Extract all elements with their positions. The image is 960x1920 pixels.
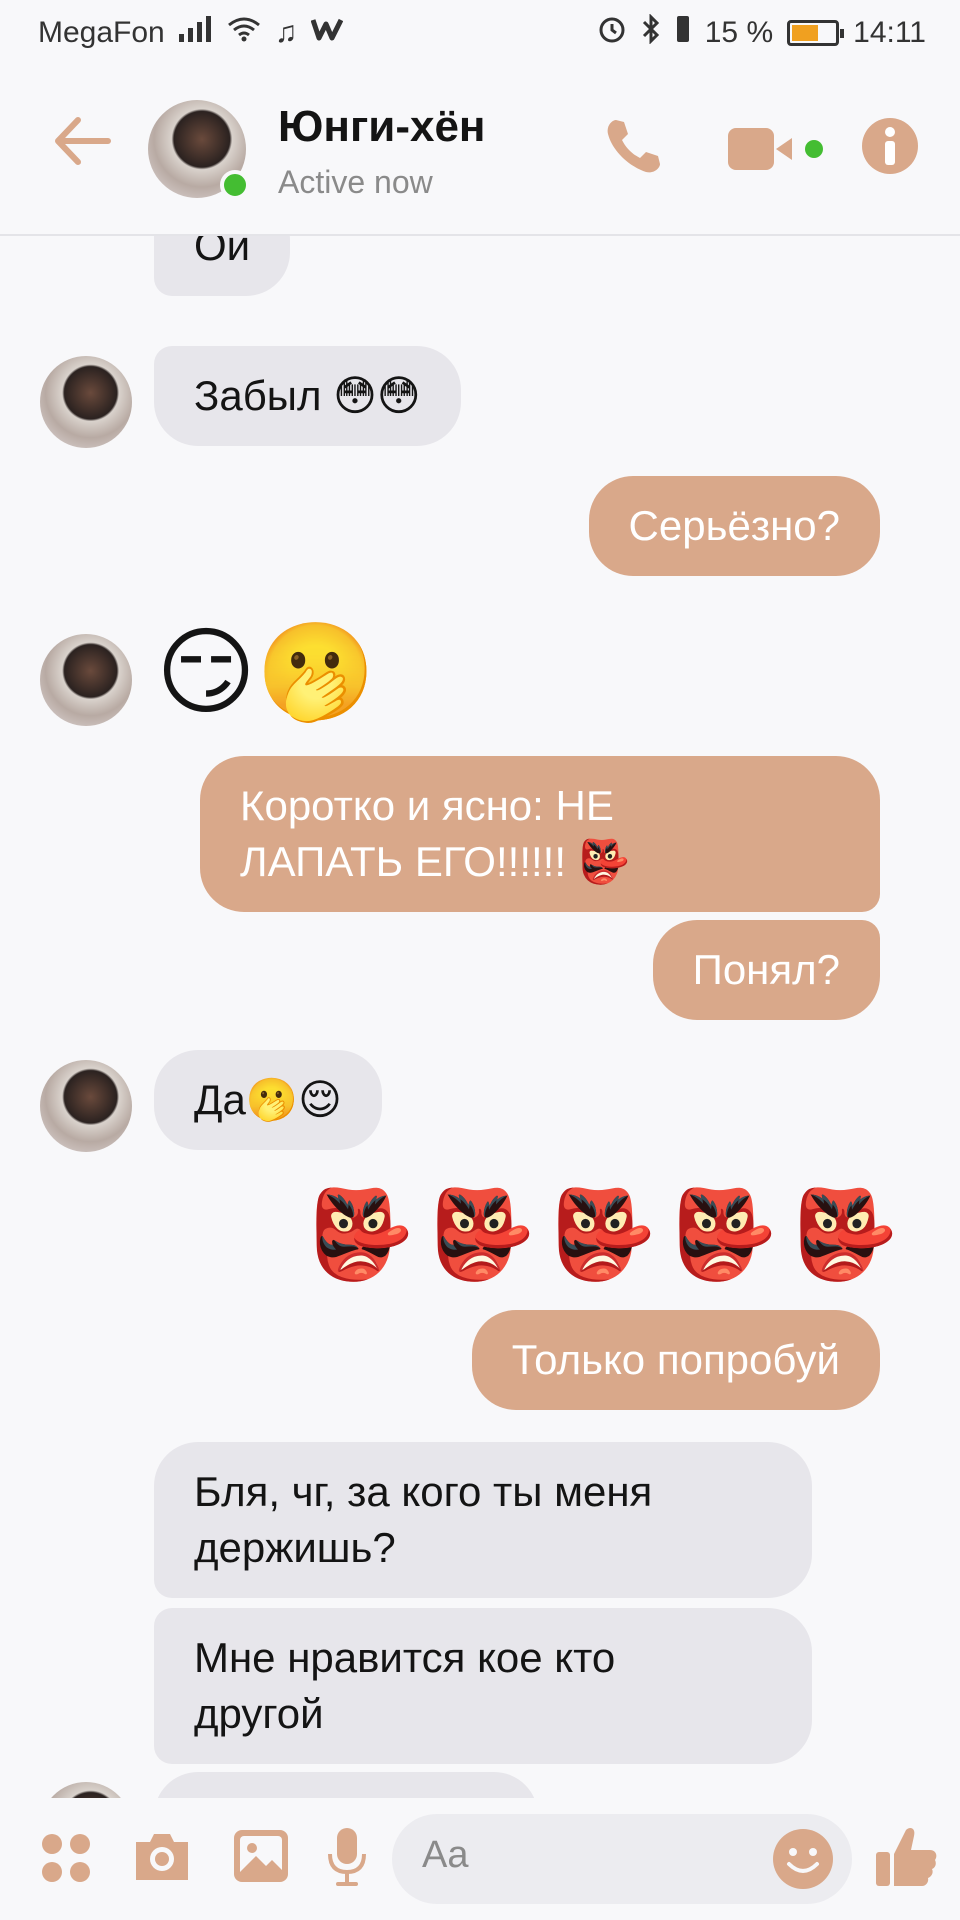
message-incoming[interactable]: Ой — [154, 236, 291, 296]
message-incoming[interactable]: Да🫢😌 — [154, 1050, 382, 1150]
chat-header: Юнги-хён Active now — [0, 66, 960, 236]
message-outgoing[interactable]: Понял? — [652, 920, 880, 1020]
message-composer: Aa — [0, 1798, 960, 1920]
image-icon[interactable] — [232, 1828, 290, 1889]
message-bubble[interactable]: Ой — [154, 236, 291, 296]
carrier-label: MegaFon — [38, 16, 165, 49]
status-bar: MegaFon ♫ 15 % 14:11 — [0, 0, 960, 66]
clock: 14:11 — [853, 16, 926, 49]
message-incoming-partial[interactable] — [154, 1772, 538, 1798]
message-bubble[interactable]: Понял? — [652, 920, 880, 1020]
battery-percent: 15 % — [704, 16, 774, 49]
message-outgoing[interactable]: Только попробуй — [471, 1310, 880, 1410]
message-bubble[interactable]: Забыл 😳😳 — [154, 346, 461, 446]
vibrate-icon — [675, 14, 691, 52]
message-outgoing[interactable]: Коротко и ясно: НЕ ЛАПАТЬ ЕГО!!!!!! 👺 — [200, 756, 880, 912]
battery-icon — [787, 20, 845, 46]
emoji-message[interactable]: 😏🫢 — [156, 622, 376, 722]
contact-avatar[interactable] — [148, 100, 250, 200]
menu-dots-icon[interactable] — [40, 1832, 92, 1889]
message-bubble[interactable]: Мне нравится кое кто другой — [154, 1608, 812, 1764]
message-bubble[interactable] — [154, 1772, 538, 1798]
message-incoming-emoji[interactable]: 😏🫢 — [156, 622, 376, 722]
message-input-placeholder: Aa — [422, 1834, 469, 1876]
avatar[interactable] — [40, 1782, 132, 1798]
smile-icon[interactable] — [772, 1828, 834, 1890]
phone-icon[interactable] — [602, 114, 666, 178]
video-camera-icon[interactable] — [726, 124, 826, 174]
message-incoming[interactable]: Бля, чг, за кого ты меня держишь? — [154, 1442, 812, 1598]
back-arrow-icon[interactable] — [52, 116, 112, 166]
music-note-icon: ♫ — [274, 16, 298, 49]
message-input[interactable]: Aa — [392, 1814, 852, 1904]
message-bubble[interactable]: Серьёзно? — [588, 476, 880, 576]
message-outgoing[interactable]: Серьёзно? — [588, 476, 880, 576]
message-incoming[interactable]: Мне нравится кое кто другой — [154, 1608, 812, 1764]
wifi-icon — [227, 16, 261, 50]
w-app-icon — [310, 16, 344, 50]
message-list[interactable]: Ой Забыл 😳😳 Серьёзно? 😏🫢 Коротко и ясно:… — [0, 236, 960, 1798]
avatar[interactable] — [40, 634, 132, 726]
message-bubble[interactable]: Коротко и ясно: НЕ ЛАПАТЬ ЕГО!!!!!! 👺 — [200, 756, 880, 912]
alarm-icon — [597, 14, 627, 52]
emoji-message[interactable]: 👺👺👺👺👺 — [307, 1180, 912, 1290]
online-indicator — [220, 170, 250, 200]
message-incoming[interactable]: Забыл 😳😳 — [154, 346, 461, 446]
avatar[interactable] — [40, 1060, 132, 1152]
thumbs-up-icon[interactable] — [874, 1824, 938, 1895]
contact-name[interactable]: Юнги-хён — [278, 102, 486, 152]
message-outgoing-emoji[interactable]: 👺👺👺👺👺 — [307, 1180, 912, 1290]
message-bubble[interactable]: Только попробуй — [471, 1310, 880, 1410]
bluetooth-icon — [641, 13, 661, 52]
camera-icon[interactable] — [132, 1828, 192, 1889]
microphone-icon[interactable] — [326, 1826, 368, 1893]
contact-status: Active now — [278, 164, 433, 200]
message-bubble[interactable]: Да🫢😌 — [154, 1050, 382, 1150]
signal-icon — [178, 16, 213, 50]
avatar[interactable] — [40, 356, 132, 448]
info-icon[interactable] — [858, 114, 922, 178]
message-bubble[interactable]: Бля, чг, за кого ты меня держишь? — [154, 1442, 812, 1598]
